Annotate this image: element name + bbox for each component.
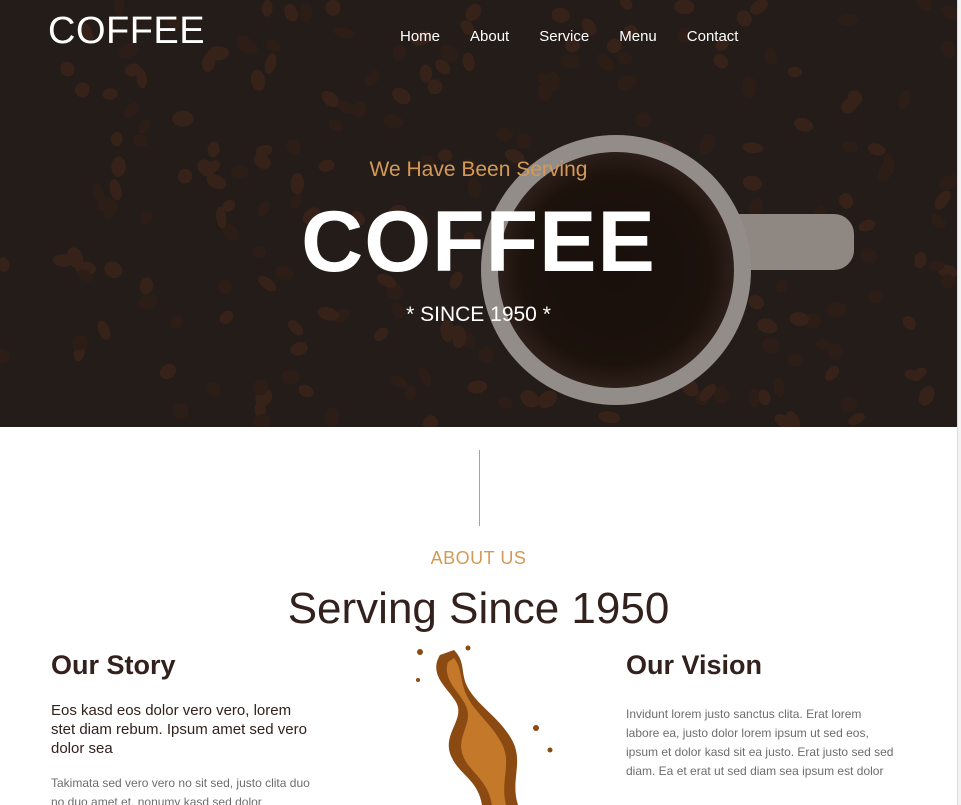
- nav-about[interactable]: About: [470, 28, 509, 45]
- nav-menu[interactable]: Menu: [619, 28, 657, 45]
- our-vision-title: Our Vision: [626, 650, 763, 680]
- our-vision-text: Invidunt lorem justo sanctus clita. Erat…: [626, 707, 894, 778]
- hero-since: * SINCE 1950 *: [406, 303, 551, 326]
- our-story-title: Our Story: [51, 650, 176, 680]
- about-label: ABOUT US: [430, 548, 527, 568]
- hero-subtitle: We Have Been Serving: [369, 158, 588, 181]
- hero-section: COFFEE Home About Service Menu Contact W…: [0, 0, 957, 427]
- main-nav: Home About Service Menu Contact: [400, 28, 768, 45]
- nav-service[interactable]: Service: [539, 28, 589, 45]
- brand-logo[interactable]: COFFEE: [48, 10, 205, 53]
- nav-contact[interactable]: Contact: [687, 28, 739, 45]
- page: COFFEE Home About Service Menu Contact W…: [0, 0, 961, 805]
- about-title: Serving Since 1950: [287, 584, 670, 633]
- section-divider: [479, 450, 480, 526]
- coffee-splash-image: [416, 645, 553, 805]
- window-edge: [957, 0, 961, 805]
- our-story-text: Takimata sed vero vero no sit sed, justo…: [51, 776, 310, 805]
- our-vision: Our Vision Invidunt lorem justo sanctus …: [626, 650, 896, 781]
- hero-title: COFFEE: [301, 194, 656, 290]
- nav-home[interactable]: Home: [400, 28, 440, 45]
- our-story-lead: Eos kasd eos dolor vero vero, lorem stet…: [51, 702, 307, 757]
- our-story: Our Story Eos kasd eos dolor vero vero, …: [51, 650, 311, 805]
